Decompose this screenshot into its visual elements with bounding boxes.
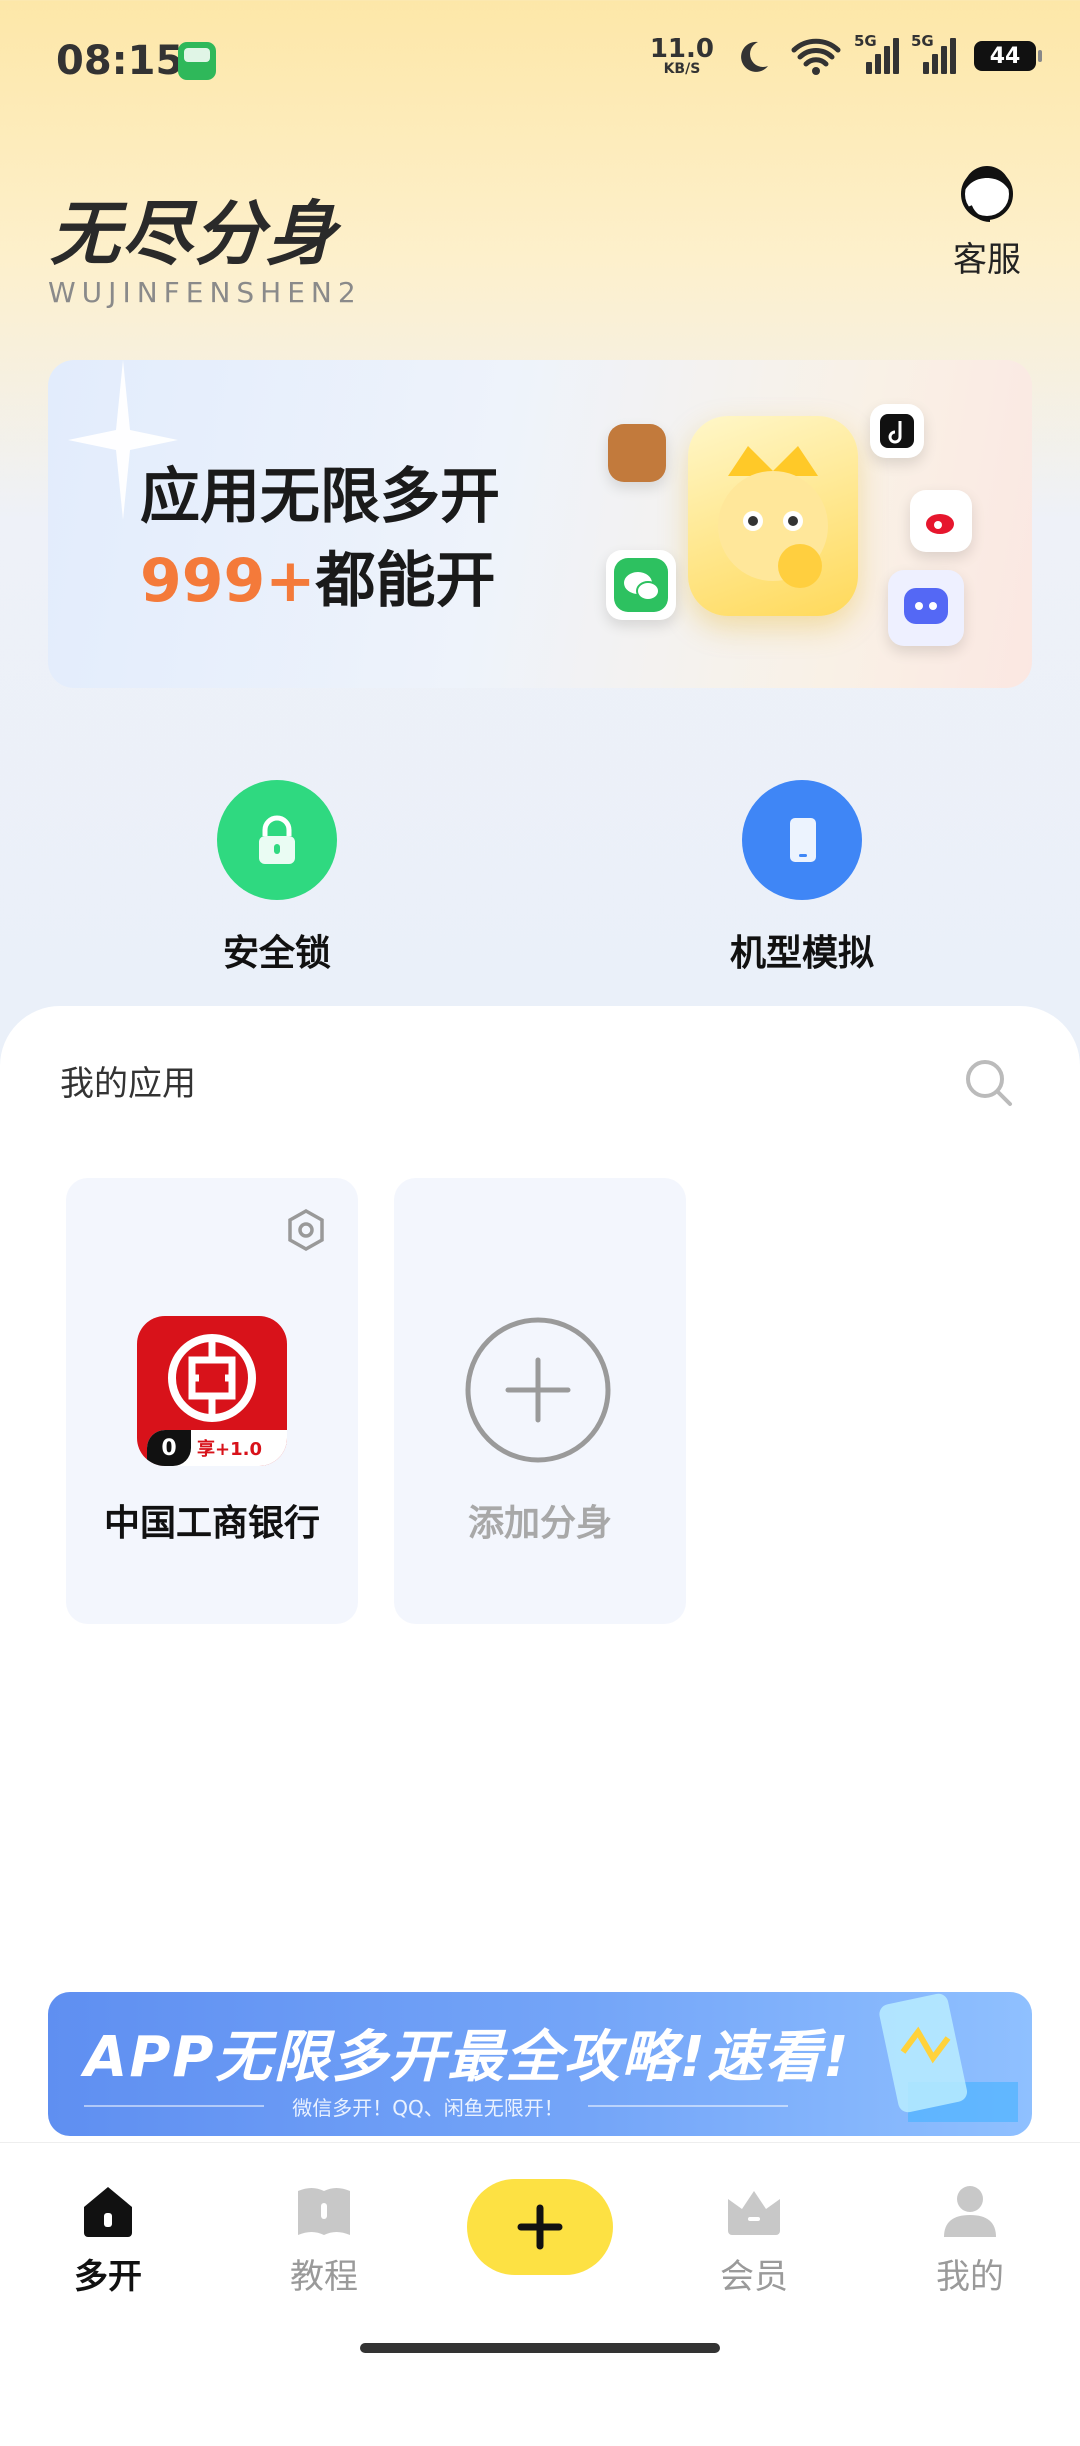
net-speed-value: 11.0 [649, 34, 714, 64]
guide-ad-banner[interactable]: APP无限多开最全攻略!速看! 微信多开！QQ、闲鱼无限开！ [48, 1992, 1032, 2136]
app-logo-title: 无尽分身 [50, 193, 338, 275]
nav-label-profile: 我的 [936, 2257, 1004, 2297]
app-logo-subtitle: WUJINFENSHEN2 [48, 276, 362, 309]
mascot-illustration [688, 416, 858, 616]
net-speed-unit: KB/S [663, 61, 701, 77]
status-icons: 11.0 KB/S 5G 5G 44 [650, 32, 1042, 76]
nav-multi-open[interactable]: 多开 [38, 2183, 178, 2298]
ad-title: APP无限多开最全攻略!速看! [84, 2025, 851, 2090]
phone-illustration [879, 1993, 1018, 2122]
game-app-chip [608, 424, 666, 482]
tiktok-chip [870, 404, 924, 458]
add-fab-button[interactable] [467, 2179, 613, 2275]
ad-divider-right [588, 2105, 788, 2107]
signal-icon-2: 5G [911, 32, 956, 74]
nav-tutorial[interactable]: 教程 [254, 2183, 394, 2298]
add-circle-icon [465, 1317, 611, 1463]
signal-tag-1: 5G [854, 32, 877, 50]
search-icon[interactable] [962, 1056, 1016, 1110]
wechat-chip [606, 550, 676, 620]
headset-avatar-icon [961, 166, 1013, 222]
banner-subheadline: 999+都能开 [140, 532, 496, 619]
lock-icon [217, 780, 337, 900]
wifi-icon [791, 38, 841, 75]
customer-service-label: 客服 [953, 240, 1021, 280]
my-apps-title: 我的应用 [60, 1064, 196, 1104]
banner-number: 999+ [140, 546, 316, 616]
nav-profile[interactable]: 我的 [900, 2183, 1040, 2298]
chat-app-chip [888, 570, 964, 646]
nav-label-tutorial: 教程 [290, 2257, 358, 2297]
status-time: 08:15 [56, 38, 184, 84]
settings-gear-icon[interactable] [284, 1208, 328, 1252]
crown-icon [728, 2191, 780, 2235]
home-indicator[interactable] [360, 2343, 720, 2353]
security-lock-tool[interactable]: 安全锁 [147, 780, 407, 976]
badge-count: 0 [147, 1430, 191, 1466]
icbc-app-icon: 0 享+1.0 [137, 1316, 287, 1466]
nav-label-membership: 会员 [720, 2257, 788, 2297]
customer-service-button[interactable]: 客服 [942, 160, 1032, 281]
promo-banner[interactable]: 应用无限多开 999+都能开 [48, 360, 1032, 688]
book-icon [298, 2188, 350, 2235]
nav-label-multi-open: 多开 [74, 2257, 142, 2297]
signal-tag-2: 5G [911, 32, 934, 50]
user-icon [944, 2186, 996, 2237]
banner-subheadline-text: 都能开 [315, 546, 496, 616]
nav-membership[interactable]: 会员 [684, 2183, 824, 2298]
weibo-chip [910, 490, 972, 552]
badge-text: 享+1.0 [197, 1439, 262, 1460]
plus-icon [517, 2204, 563, 2250]
device-simulation-label: 机型模拟 [729, 933, 874, 974]
signal-icon-1: 5G [854, 32, 899, 74]
phone-icon [742, 780, 862, 900]
security-lock-label: 安全锁 [222, 933, 331, 974]
moon-icon [741, 41, 768, 72]
home-icon [84, 2187, 132, 2237]
add-clone-card[interactable]: 添加分身 [394, 1178, 686, 1624]
app-clone-badge: 0 享+1.0 [147, 1430, 287, 1466]
app-name: 中国工商银行 [103, 1503, 320, 1544]
add-clone-label: 添加分身 [467, 1503, 612, 1544]
banner-headline: 应用无限多开 [140, 462, 500, 532]
app-card-icbc[interactable]: 0 享+1.0 中国工商银行 [66, 1178, 358, 1624]
notification-app-icon [178, 42, 216, 80]
device-simulation-tool[interactable]: 机型模拟 [672, 780, 932, 976]
battery-icon: 44 [974, 41, 1042, 71]
bottom-navigation: 多开 教程 会员 我的 [0, 2142, 1080, 2377]
network-speed: 11.0 KB/S [650, 36, 714, 76]
